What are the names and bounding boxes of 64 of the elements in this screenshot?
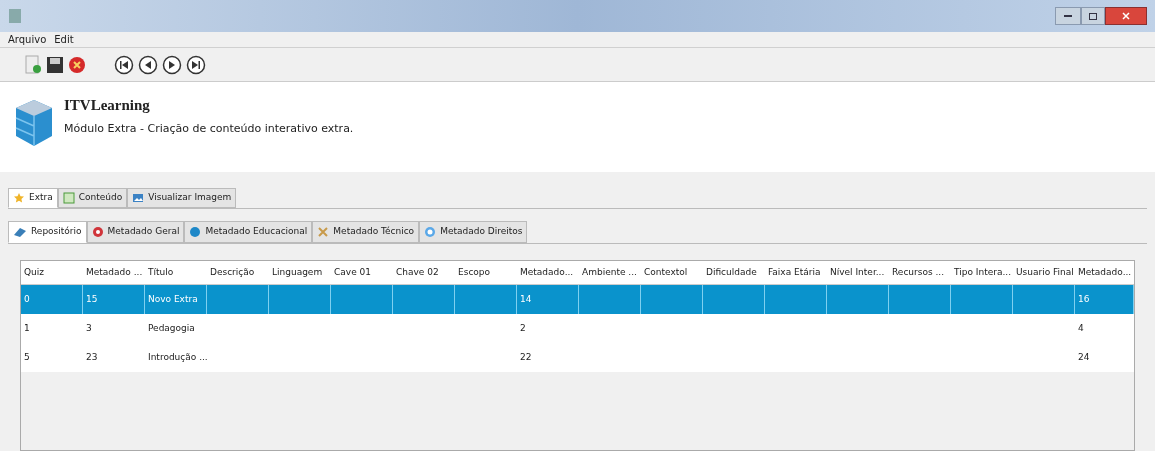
tab[interactable]: Repositório (8, 221, 87, 243)
column-header[interactable]: Nível Inter... (827, 265, 889, 280)
column-header[interactable]: Linguagem (269, 265, 331, 280)
column-header[interactable]: Cave 01 (331, 265, 393, 280)
tab[interactable]: Metadado Educacional (184, 221, 313, 243)
save-icon[interactable] (46, 54, 64, 75)
table-cell-text: 24 (1078, 350, 1090, 364)
table-cell-text: 14 (520, 292, 532, 306)
image-icon (132, 192, 145, 204)
column-header[interactable]: Recursos ... (889, 265, 951, 280)
column-header[interactable]: Dificuldade (703, 265, 765, 280)
column-header[interactable]: Chave 02 (393, 265, 455, 280)
table-cell-text: 23 (86, 350, 98, 364)
tab[interactable]: Metadado Geral (86, 221, 185, 243)
table-cell-text: 4 (1078, 321, 1084, 335)
tab[interactable]: Metadado Direitos (419, 221, 528, 243)
document-icon (62, 192, 75, 204)
table-cell-text: 1 (24, 321, 30, 335)
table-cell-text: 0 (24, 292, 30, 306)
column-header[interactable]: Faixa Etária (765, 265, 827, 280)
maximize-button[interactable] (1081, 7, 1105, 25)
last-icon[interactable] (186, 54, 206, 75)
table-row[interactable]: 1 3 Pedagogia 2 4 (21, 314, 1134, 343)
first-icon[interactable] (114, 54, 134, 75)
table-cell-text: Pedagogia (148, 321, 195, 335)
close-icon[interactable] (68, 54, 86, 75)
tab[interactable]: Metadado Técnico (312, 221, 420, 243)
column-header[interactable]: Escopo (455, 265, 517, 280)
column-header[interactable]: Metadado ... (83, 265, 145, 280)
ring-icon (91, 226, 104, 238)
app-subtitle: Módulo Extra - Criação de conteúdo interativo extra. (64, 120, 354, 137)
menu-item[interactable]: Arquivo (8, 32, 47, 47)
globe-icon (189, 226, 202, 238)
table-cell-text: 3 (86, 321, 92, 335)
column-header[interactable]: Descrição (207, 265, 269, 280)
menu-item[interactable]: Edit (54, 32, 74, 47)
column-header[interactable]: Contextol (641, 265, 703, 280)
table-cell-text: Introdução ... (148, 350, 208, 364)
close-icon (1122, 12, 1130, 20)
tab[interactable]: Extra (8, 188, 58, 208)
circle-icon (424, 226, 437, 238)
close-button[interactable] (1105, 7, 1147, 25)
column-header[interactable]: Título (145, 265, 207, 280)
next-icon[interactable] (162, 54, 182, 75)
star-icon (13, 192, 25, 204)
column-header[interactable]: Ambiente ... (579, 265, 641, 280)
table-cell-text: Novo Extra (148, 292, 198, 306)
app-icon (8, 8, 22, 24)
table-cell-text: 16 (1078, 292, 1090, 306)
table-row[interactable]: 5 23 Introdução ... 22 24 (21, 343, 1134, 372)
table-cell-text: 15 (86, 292, 98, 306)
column-header[interactable]: Tipo Intera... (951, 265, 1013, 280)
table-cell-text: 22 (520, 350, 532, 364)
column-header[interactable]: Usuario Final (1013, 265, 1075, 280)
tab[interactable]: Visualizar Imagem (127, 188, 237, 208)
app-title: ITVLearning (64, 96, 151, 115)
table-cell-text: 5 (24, 350, 30, 364)
table-cell-text: 2 (520, 321, 526, 335)
minimize-button[interactable] (1055, 7, 1081, 25)
column-header[interactable]: Quiz (21, 265, 83, 280)
column-header[interactable]: Metadado... (1075, 265, 1135, 280)
tab[interactable]: Conteúdo (57, 188, 128, 208)
previous-icon[interactable] (138, 54, 158, 75)
column-header[interactable]: Metadado... (517, 265, 579, 280)
